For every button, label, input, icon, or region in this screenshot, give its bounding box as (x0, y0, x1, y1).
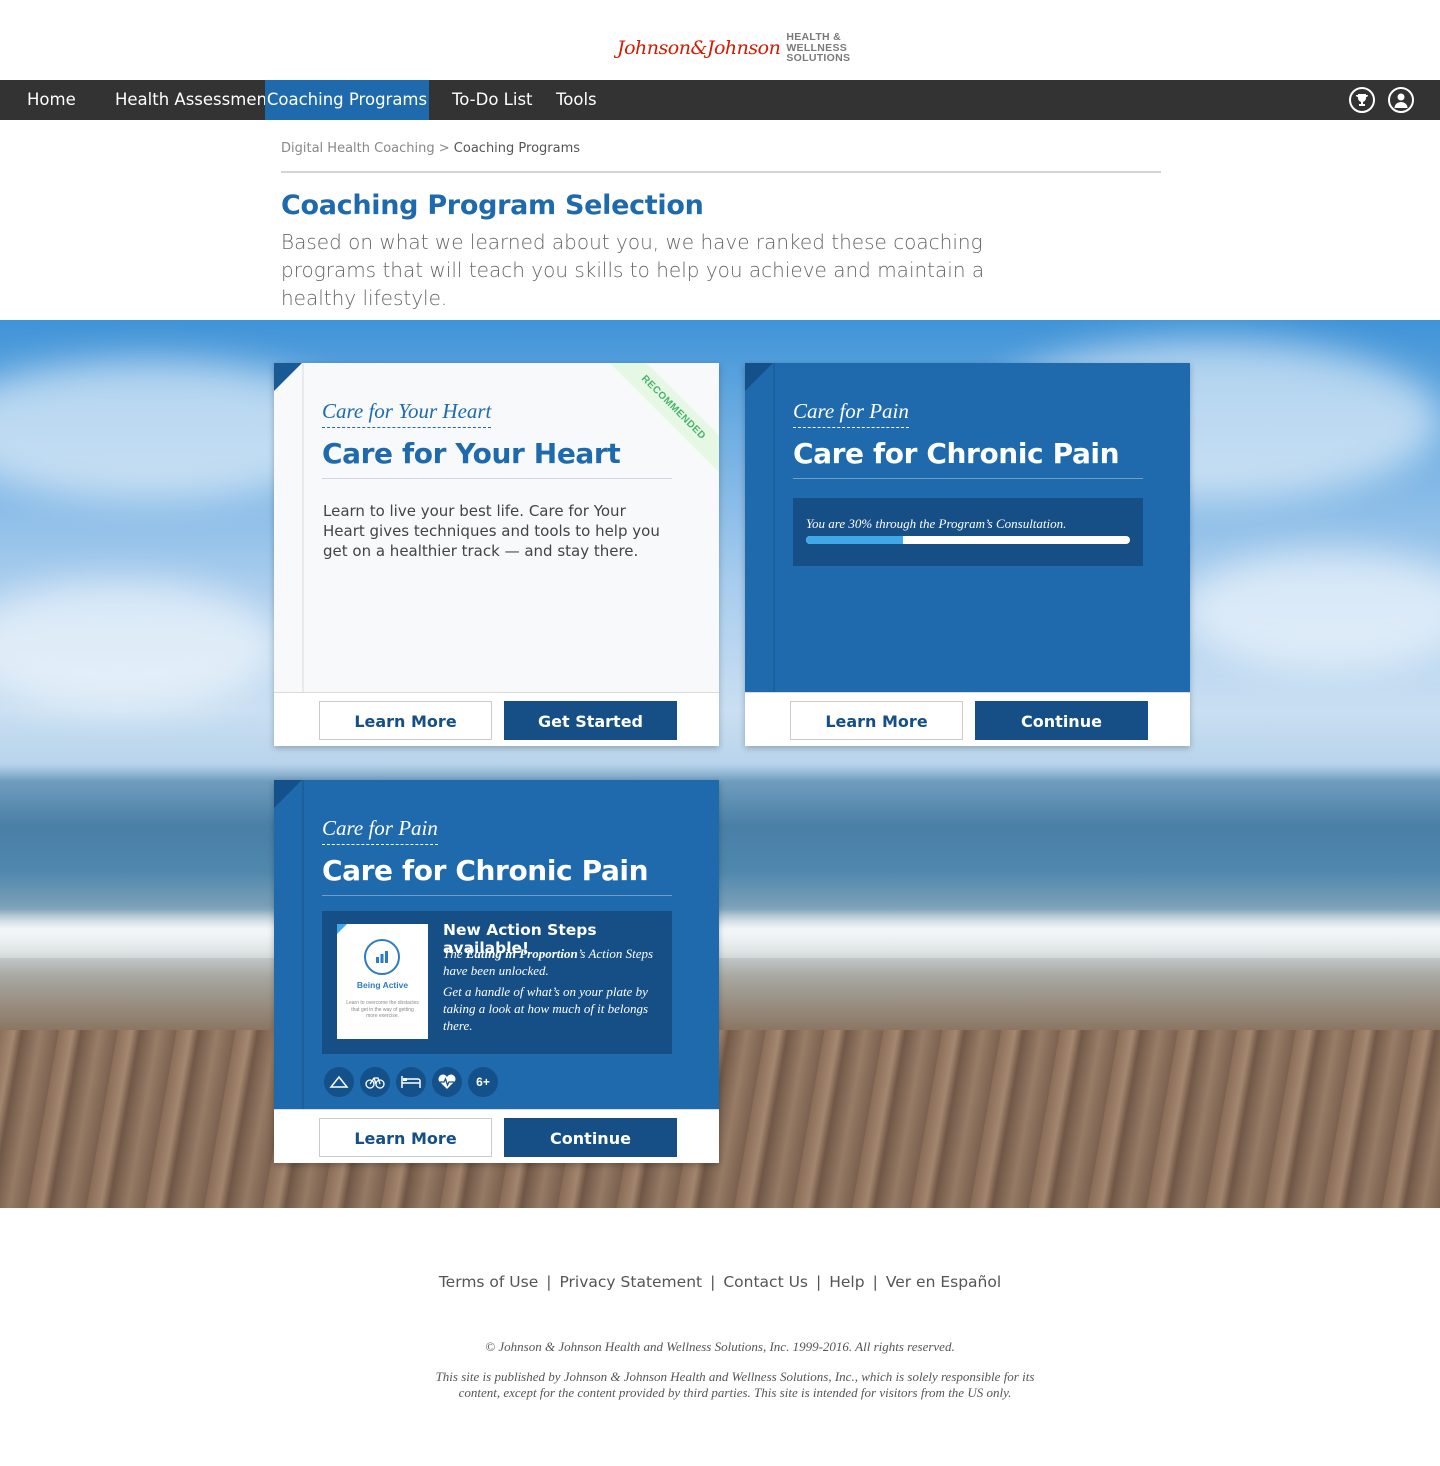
card-corner (274, 363, 302, 391)
copyright: © Johnson & Johnson Health and Wellness … (485, 1339, 955, 1354)
continue-button[interactable]: Continue (504, 1118, 677, 1157)
learn-more-button[interactable]: Learn More (790, 701, 963, 740)
header: Johnson&Johnson HEALTH & WELLNESS SOLUTI… (0, 0, 1440, 80)
brand-logo[interactable]: Johnson&Johnson HEALTH & WELLNESS SOLUTI… (617, 31, 850, 65)
breadcrumb-current: Coaching Programs (453, 141, 581, 156)
hanger-icon (324, 1067, 354, 1097)
logo-line: SOLUTIONS (786, 52, 851, 65)
breadcrumb-separator: > (438, 141, 450, 156)
logo-subtitle: HEALTH & WELLNESS SOLUTIONS (786, 32, 850, 64)
nav-item-home[interactable]: Home (27, 80, 76, 120)
progress-bar (806, 536, 1130, 544)
program-title: Care for Chronic Pain (322, 854, 672, 896)
continue-button[interactable]: Continue (975, 701, 1148, 740)
progress-bar-fill (806, 536, 904, 544)
nav-item-health-assessment[interactable]: Health Assessment (115, 80, 273, 120)
footer-separator: | (546, 1273, 552, 1291)
text-fragment: The (443, 946, 466, 961)
spanish-language-link[interactable]: Ver en Español (886, 1273, 1001, 1291)
footer-separator: | (872, 1273, 878, 1291)
logo-wordmark: Johnson&Johnson (617, 37, 781, 59)
progress-panel: You are 30% through the Program’s Consul… (793, 498, 1143, 566)
more-categories-count[interactable]: 6+ (468, 1067, 498, 1097)
terms-of-use-link[interactable]: Terms of Use (439, 1273, 538, 1291)
divider (281, 171, 1161, 173)
program-category: Care for Pain (322, 816, 438, 845)
user-profile-icon[interactable] (1388, 87, 1414, 113)
nav-item-coaching-programs[interactable]: Coaching Programs (265, 80, 429, 120)
breadcrumb: Digital Health Coaching > Coaching Progr… (281, 141, 580, 156)
action-steps-unlocked-text: The Eating in Proportion’s Action Steps … (443, 945, 658, 979)
bed-icon (396, 1067, 426, 1097)
footer-separator: | (816, 1273, 822, 1291)
program-category: Care for Pain (793, 399, 909, 428)
contact-us-link[interactable]: Contact Us (723, 1273, 808, 1291)
program-title: Care for Your Heart (322, 437, 672, 479)
learn-more-button[interactable]: Learn More (319, 701, 492, 740)
disclaimer: This site is published by Johnson & John… (435, 1369, 1035, 1400)
program-category: Care for Your Heart (322, 399, 492, 428)
nav-item-to-do-list[interactable]: To-Do List (452, 80, 533, 120)
program-description: Learn to live your best life. Care for Y… (323, 502, 660, 560)
card-footer: Learn More Get Started (274, 692, 719, 746)
card-corner (274, 780, 302, 808)
help-link[interactable]: Help (829, 1273, 864, 1291)
learn-more-button[interactable]: Learn More (319, 1118, 492, 1157)
category-icon-row: 6+ (324, 1067, 498, 1097)
hero-background: RECOMMENDED Care for Your Heart Care for… (0, 320, 1440, 1208)
footer-links: Terms of Use | Privacy Statement | Contact U… (0, 1273, 1440, 1291)
main-nav: Home Health Assessment Coaching Programs… (0, 80, 1440, 120)
bicycle-icon (360, 1067, 390, 1097)
program-name: Eating in Proportion (465, 946, 578, 961)
heart-rate-icon (432, 1067, 462, 1097)
page-title: Coaching Program Selection (281, 190, 704, 221)
thumbnail-text: Learn to overcome the obstacles that get… (346, 1000, 419, 1019)
thumbnail-title: Being Active (356, 980, 409, 990)
action-step-thumbnail[interactable]: Being Active Learn to overcome the obsta… (337, 924, 428, 1039)
action-steps-panel: Being Active Learn to overcome the obsta… (322, 911, 672, 1054)
nav-item-tools[interactable]: Tools (556, 80, 597, 120)
program-card-heart: RECOMMENDED Care for Your Heart Care for… (274, 363, 719, 746)
card-footer: Learn More Continue (274, 1109, 719, 1163)
card-corner (745, 363, 773, 391)
program-title: Care for Chronic Pain (793, 437, 1143, 479)
page-subtitle: Based on what we learned about you, we h… (281, 230, 985, 310)
breadcrumb-link-digital-health-coaching[interactable]: Digital Health Coaching (281, 141, 435, 156)
progress-text: You are 30% through the Program’s Consul… (806, 516, 1067, 531)
program-card-chronic-pain-action-steps: Care for Pain Care for Chronic Pain Bein… (274, 780, 719, 1163)
footer-separator: | (710, 1273, 716, 1291)
activity-chart-icon (364, 939, 400, 975)
action-steps-description: Get a handle of what’s on your plate by … (443, 984, 649, 1033)
privacy-statement-link[interactable]: Privacy Statement (559, 1273, 702, 1291)
get-started-button[interactable]: Get Started (504, 701, 677, 740)
program-card-chronic-pain-progress: Care for Pain Care for Chronic Pain You … (745, 363, 1190, 746)
card-footer: Learn More Continue (745, 692, 1190, 746)
trophy-icon[interactable] (1349, 87, 1375, 113)
